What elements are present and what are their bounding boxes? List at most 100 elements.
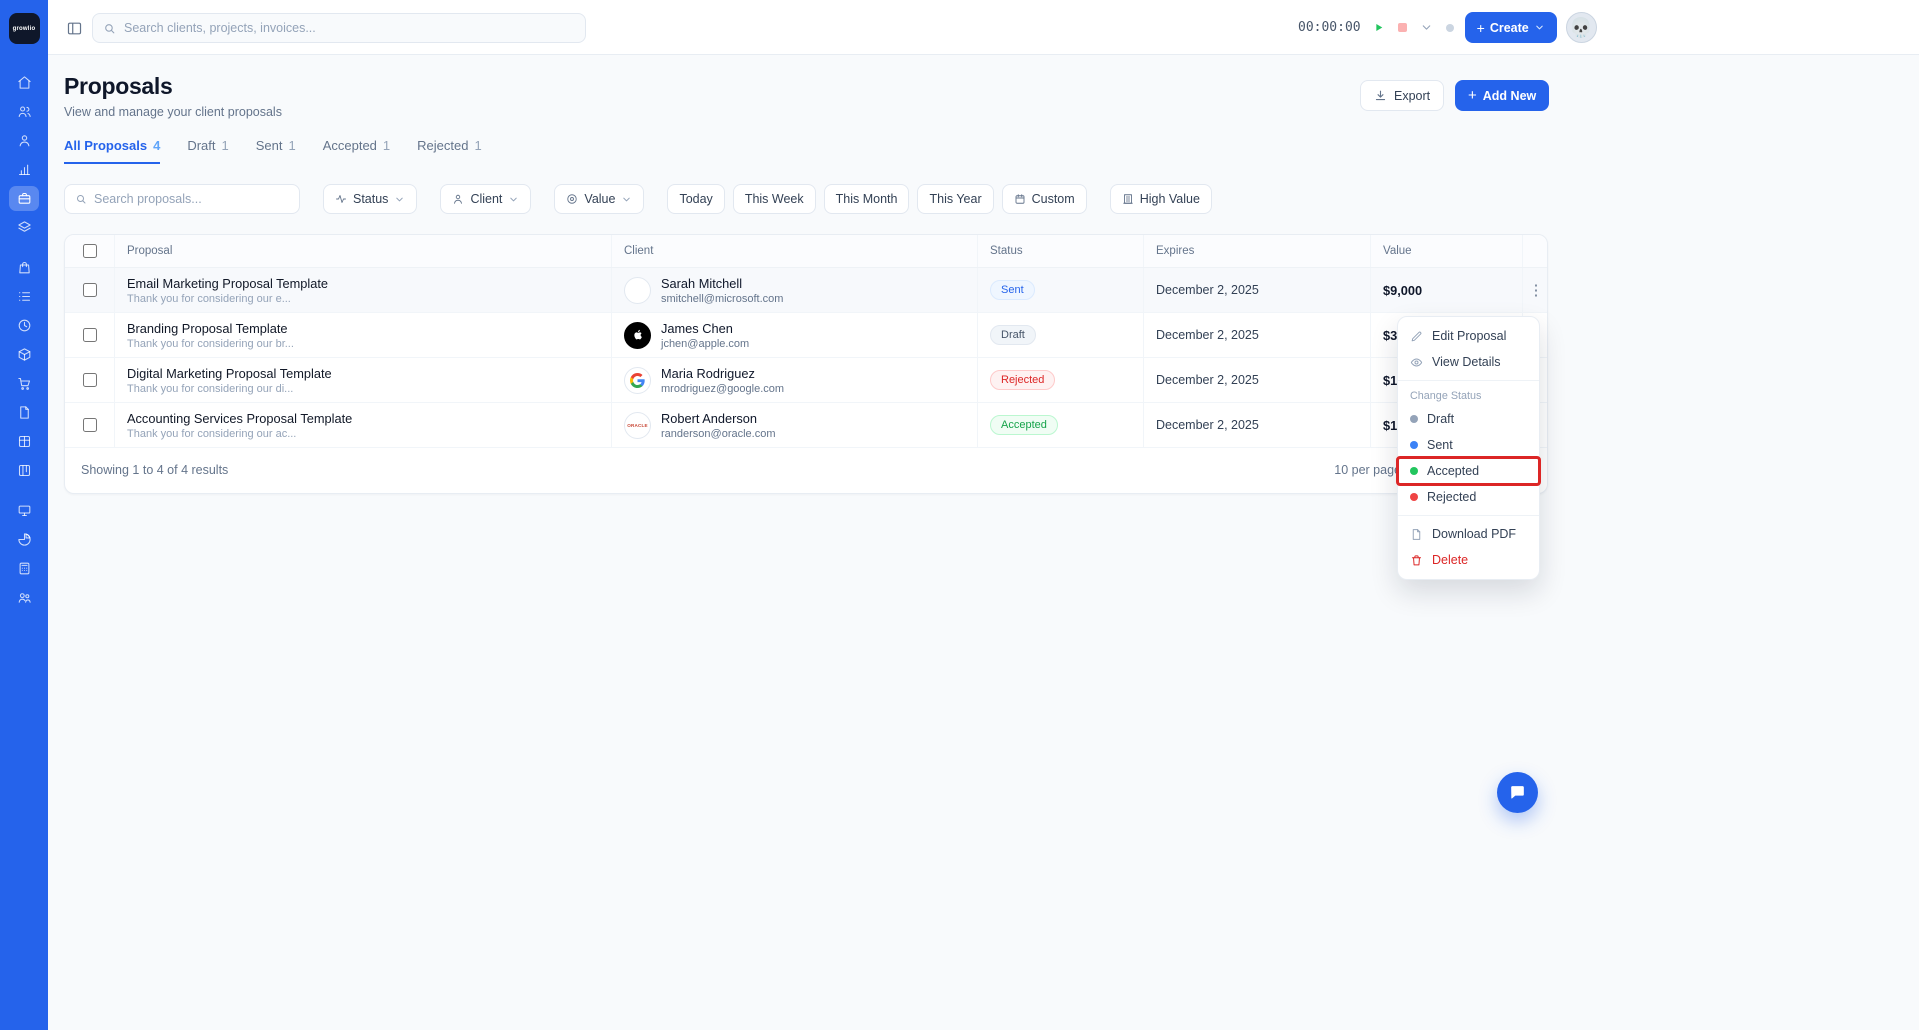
expires-date: December 2, 2025 bbox=[1144, 358, 1371, 402]
column-header-value: Value bbox=[1371, 235, 1523, 267]
sidebar-item-invoices[interactable] bbox=[9, 215, 39, 240]
table-header-row: Proposal Client Status Expires Value bbox=[65, 235, 1547, 268]
select-all-checkbox[interactable] bbox=[82, 244, 97, 258]
row-checkbox[interactable] bbox=[82, 328, 97, 342]
value-filter-button[interactable]: Value bbox=[554, 184, 645, 214]
shopping-bag-icon bbox=[18, 261, 30, 274]
table-row[interactable]: Accounting Services Proposal Template Th… bbox=[65, 403, 1547, 448]
this-week-filter-button[interactable]: This Week bbox=[732, 184, 816, 214]
sidebar-item-home[interactable] bbox=[9, 70, 39, 95]
chevron-down-icon bbox=[623, 197, 631, 201]
timer-stop-button[interactable] bbox=[1396, 21, 1409, 34]
sidebar-item-accounting[interactable] bbox=[9, 556, 39, 581]
menu-edit-proposal[interactable]: Edit Proposal bbox=[1398, 323, 1539, 349]
stop-icon bbox=[1397, 23, 1407, 32]
per-page-selector[interactable]: 10 per page bbox=[1334, 463, 1401, 477]
sidebar-item-tasks[interactable] bbox=[9, 284, 39, 309]
plus-icon: + bbox=[1468, 87, 1477, 104]
sidebar-nav bbox=[9, 70, 39, 610]
status-badge: Sent bbox=[990, 280, 1035, 300]
today-filter-button[interactable]: Today bbox=[667, 184, 725, 214]
tab-sent[interactable]: Sent 1 bbox=[256, 138, 296, 164]
tab-count: 1 bbox=[288, 138, 296, 153]
menu-status-rejected-label: Rejected bbox=[1427, 490, 1477, 504]
timer-status-button[interactable] bbox=[1444, 22, 1456, 34]
sidebar-item-sales[interactable] bbox=[9, 371, 39, 396]
global-search bbox=[92, 13, 586, 43]
table-row[interactable]: Digital Marketing Proposal Template Than… bbox=[65, 358, 1547, 403]
create-button[interactable]: + Create bbox=[1464, 12, 1557, 43]
sidebar-item-proposals[interactable] bbox=[9, 186, 39, 211]
sidebar-item-board[interactable] bbox=[9, 458, 39, 483]
row-checkbox[interactable] bbox=[82, 418, 97, 432]
tab-all-proposals[interactable]: All Proposals 4 bbox=[64, 138, 161, 164]
sidebar-toggle-button[interactable] bbox=[61, 15, 87, 41]
tab-draft[interactable]: Draft 1 bbox=[187, 138, 228, 164]
sidebar-item-contacts[interactable] bbox=[9, 128, 39, 153]
pie-chart-icon bbox=[17, 533, 31, 546]
rejected-dot-icon bbox=[1410, 493, 1418, 501]
status-badge: Draft bbox=[990, 325, 1036, 345]
sidebar-item-time-tracking[interactable] bbox=[9, 313, 39, 338]
sidebar-item-documents[interactable] bbox=[9, 400, 39, 425]
chevron-down-icon bbox=[396, 197, 404, 201]
custom-date-filter-button[interactable]: Custom bbox=[1001, 184, 1087, 214]
status-filter-button[interactable]: Status bbox=[323, 184, 418, 214]
sidebar-item-team[interactable] bbox=[9, 585, 39, 610]
sidebar-item-clients[interactable] bbox=[9, 99, 39, 124]
accepted-dot-icon bbox=[1410, 467, 1418, 475]
user-avatar[interactable]: 💀 bbox=[1565, 12, 1597, 43]
sidebar-item-inventory[interactable] bbox=[9, 342, 39, 367]
timer-play-button[interactable] bbox=[1370, 19, 1387, 36]
menu-view-details[interactable]: View Details bbox=[1398, 349, 1539, 375]
briefcase-icon bbox=[18, 192, 30, 204]
menu-delete[interactable]: Delete bbox=[1398, 547, 1539, 573]
home-icon bbox=[17, 76, 31, 89]
client-filter-button[interactable]: Client bbox=[440, 184, 532, 214]
sidebar-item-analytics[interactable] bbox=[9, 527, 39, 552]
sidebar-item-reports[interactable] bbox=[9, 157, 39, 182]
export-button[interactable]: Export bbox=[1360, 80, 1445, 111]
tab-label: Sent bbox=[255, 138, 283, 153]
timer-expand-button[interactable] bbox=[1418, 19, 1435, 36]
row-checkbox[interactable] bbox=[82, 373, 97, 387]
menu-status-accepted[interactable]: Accepted bbox=[1396, 456, 1541, 486]
client-filter-label: Client bbox=[470, 192, 503, 206]
proposal-value: $9,000 bbox=[1371, 268, 1523, 312]
sidebar-item-products[interactable] bbox=[9, 255, 39, 280]
table-footer: Showing 1 to 4 of 4 results 10 per page bbox=[65, 447, 1547, 493]
app-logo[interactable]: growlio bbox=[8, 13, 40, 44]
column-header-status: Status bbox=[978, 235, 1144, 267]
menu-status-accepted-label: Accepted bbox=[1427, 464, 1480, 478]
package-icon bbox=[18, 435, 30, 448]
this-year-filter-button[interactable]: This Year bbox=[917, 184, 994, 214]
add-new-button[interactable]: + Add New bbox=[1455, 80, 1550, 111]
chat-bubble-icon bbox=[1511, 786, 1524, 799]
expires-date: December 2, 2025 bbox=[1144, 313, 1371, 357]
tab-count: 1 bbox=[382, 138, 391, 153]
high-value-filter-button[interactable]: High Value bbox=[1109, 184, 1212, 214]
menu-status-sent[interactable]: Sent bbox=[1398, 432, 1539, 458]
tab-rejected[interactable]: Rejected 1 bbox=[417, 138, 482, 164]
tab-accepted[interactable]: Accepted 1 bbox=[323, 138, 390, 164]
client-name: Sarah Mitchell bbox=[661, 275, 743, 291]
sidebar-item-projects[interactable] bbox=[9, 429, 39, 454]
table-row[interactable]: Branding Proposal Template Thank you for… bbox=[65, 313, 1547, 358]
client-email: randerson@oracle.com bbox=[661, 427, 776, 440]
client-name: James Chen bbox=[661, 320, 733, 336]
menu-download-pdf[interactable]: Download PDF bbox=[1398, 521, 1539, 547]
row-actions-button[interactable]: ⋮ bbox=[1525, 279, 1548, 302]
this-month-filter-button[interactable]: This Month bbox=[823, 184, 910, 214]
client-name: Robert Anderson bbox=[661, 410, 758, 426]
chat-support-button[interactable] bbox=[1497, 772, 1538, 813]
menu-status-rejected[interactable]: Rejected bbox=[1398, 484, 1539, 510]
global-search-input[interactable] bbox=[124, 21, 575, 35]
proposal-search-input[interactable] bbox=[94, 192, 289, 206]
menu-status-sent-label: Sent bbox=[1427, 438, 1453, 452]
menu-section-label: Change Status bbox=[1410, 390, 1482, 402]
row-checkbox[interactable] bbox=[82, 283, 97, 297]
tab-label: Rejected bbox=[417, 138, 469, 153]
table-row[interactable]: Email Marketing Proposal Template Thank … bbox=[65, 268, 1547, 313]
sidebar-item-devices[interactable] bbox=[9, 498, 39, 523]
menu-status-draft[interactable]: Draft bbox=[1398, 406, 1539, 432]
